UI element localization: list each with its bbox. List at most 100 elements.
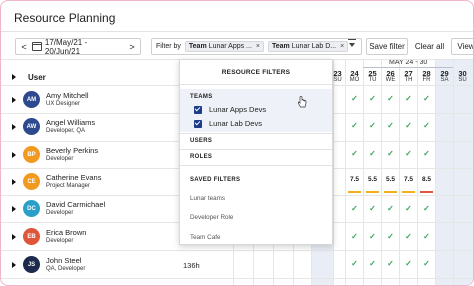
check-icon: ✓: [387, 259, 394, 268]
user-name: Catherine Evans: [46, 173, 102, 182]
avatar: EB: [23, 228, 40, 245]
user-name: Angel Williams: [46, 118, 96, 127]
table-row[interactable]: AM Amy Mitchell UX Designer: [1, 86, 181, 114]
avatar: CE: [23, 173, 40, 190]
day-name: SA: [440, 77, 449, 83]
hours-value: 5.5: [367, 176, 378, 183]
calendar-icon: [31, 42, 42, 51]
dropdown-divider: [180, 84, 332, 85]
expand-row-icon[interactable]: [12, 262, 16, 268]
check-icon: ✓: [423, 204, 430, 213]
checkbox-checked-icon[interactable]: [194, 105, 202, 114]
user-role: Project Manager: [46, 183, 91, 189]
checkbox-checked-icon[interactable]: [194, 119, 202, 128]
saved-filter-item[interactable]: Lunar teams: [190, 195, 225, 202]
filter-chip[interactable]: Team Lunar Apps ... ×: [184, 41, 264, 52]
avatar: AM: [23, 91, 40, 108]
expand-row-icon[interactable]: [12, 179, 16, 185]
expand-row-icon[interactable]: [12, 234, 16, 240]
chip-value: Lunar Lab D...: [291, 43, 337, 50]
capacity-bar: [366, 191, 379, 193]
filter-chip[interactable]: Team Lunar Lab D... ×: [267, 41, 349, 52]
weekend-column: [435, 59, 473, 285]
chip-remove-icon[interactable]: ×: [256, 43, 260, 50]
column-line: [435, 59, 436, 285]
hours-value: 7.5: [403, 176, 414, 183]
user-name: John Steel: [46, 256, 82, 265]
day-name: SU: [458, 77, 467, 83]
check-icon: ✓: [423, 149, 430, 158]
filter-menu-icon[interactable]: [348, 39, 356, 47]
capacity-bar: [402, 191, 415, 193]
check-icon: ✓: [405, 204, 412, 213]
check-icon: ✓: [351, 149, 358, 158]
hours-value: 7.5: [349, 176, 360, 183]
table-row[interactable]: JS John Steel QA, Developer: [1, 251, 181, 279]
day-name: MO: [349, 77, 360, 83]
week-divider: [363, 67, 453, 68]
chip-key: Team: [271, 43, 290, 50]
filter-label: Filter by: [156, 43, 181, 50]
check-icon: ✓: [423, 259, 430, 268]
check-icon: ✓: [351, 259, 358, 268]
save-filter-button[interactable]: Save filter: [366, 38, 408, 55]
user-role: Developer: [46, 238, 74, 244]
check-icon: ✓: [369, 149, 376, 158]
date-range-label: 17/May/21 - 20/Jun/21: [44, 37, 88, 56]
chip-key: Team: [188, 43, 207, 50]
date-range-picker[interactable]: < 17/May/21 - 20/Jun/21 >: [15, 37, 141, 56]
week-label: MAY 24 - 30: [389, 59, 428, 66]
check-icon: ✓: [423, 121, 430, 130]
table-row[interactable]: BP Beverly Perkins Developer: [1, 141, 181, 169]
hours-value: 8.5: [421, 176, 432, 183]
check-icon: ✓: [369, 204, 376, 213]
check-icon: ✓: [405, 94, 412, 103]
saved-filter-item[interactable]: Developer Role: [190, 214, 233, 221]
expand-row-icon[interactable]: [12, 206, 16, 212]
day-name: TU: [368, 77, 377, 83]
next-period-button[interactable]: >: [124, 42, 140, 52]
expand-row-icon[interactable]: [12, 152, 16, 158]
team-option[interactable]: Lunar Apps Devs: [194, 105, 266, 114]
user-column-header[interactable]: User: [28, 73, 46, 82]
day-name: TH: [404, 77, 413, 83]
team-option[interactable]: Lunar Lab Devs: [194, 119, 262, 128]
user-name: Erica Brown: [46, 228, 87, 237]
dropdown-divider: [180, 165, 332, 166]
teams-section[interactable]: TEAMS: [190, 94, 213, 100]
title-divider: [1, 31, 473, 32]
clear-all-button[interactable]: Clear all: [412, 38, 447, 55]
expand-all-icon[interactable]: [12, 74, 16, 80]
dropdown-divider: [180, 149, 332, 150]
check-icon: ✓: [369, 94, 376, 103]
capacity-bar: [384, 191, 397, 193]
team-option-label: Lunar Lab Devs: [209, 119, 262, 128]
roles-section[interactable]: ROLES: [190, 154, 212, 160]
check-icon: ✓: [369, 259, 376, 268]
capacity-bar: [348, 191, 361, 193]
user-role: QA, Developer: [46, 266, 86, 272]
check-icon: ✓: [387, 121, 394, 130]
users-section[interactable]: USERS: [190, 138, 212, 144]
user-name: Amy Mitchell: [46, 91, 89, 100]
expand-row-icon[interactable]: [12, 97, 16, 103]
user-name: David Carmichael: [46, 200, 106, 209]
saved-filter-item[interactable]: Team Cafe: [190, 234, 220, 241]
user-role: UX Designer: [46, 101, 81, 107]
capacity-bar: [420, 191, 433, 193]
check-icon: ✓: [387, 232, 394, 241]
chip-remove-icon[interactable]: ×: [340, 43, 344, 50]
expand-row-icon[interactable]: [12, 124, 16, 130]
day-name: WE: [385, 77, 396, 83]
check-icon: ✓: [423, 232, 430, 241]
table-row[interactable]: CE Catherine Evans Project Manager: [1, 168, 181, 196]
table-row[interactable]: AW Angel Williams Developer, QA: [1, 113, 181, 141]
app-window: Resource Planning < 17/May/21 - 20/Jun/2…: [0, 0, 474, 286]
check-icon: ✓: [351, 204, 358, 213]
check-icon: ✓: [369, 121, 376, 130]
view-button[interactable]: View: [451, 38, 473, 55]
filter-bar[interactable]: Filter by Team Lunar Apps ... × Team Lun…: [151, 38, 362, 55]
prev-period-button[interactable]: <: [16, 42, 32, 52]
table-row[interactable]: EB Erica Brown Developer: [1, 223, 181, 251]
table-row[interactable]: DC David Carmichael Developer: [1, 195, 181, 223]
